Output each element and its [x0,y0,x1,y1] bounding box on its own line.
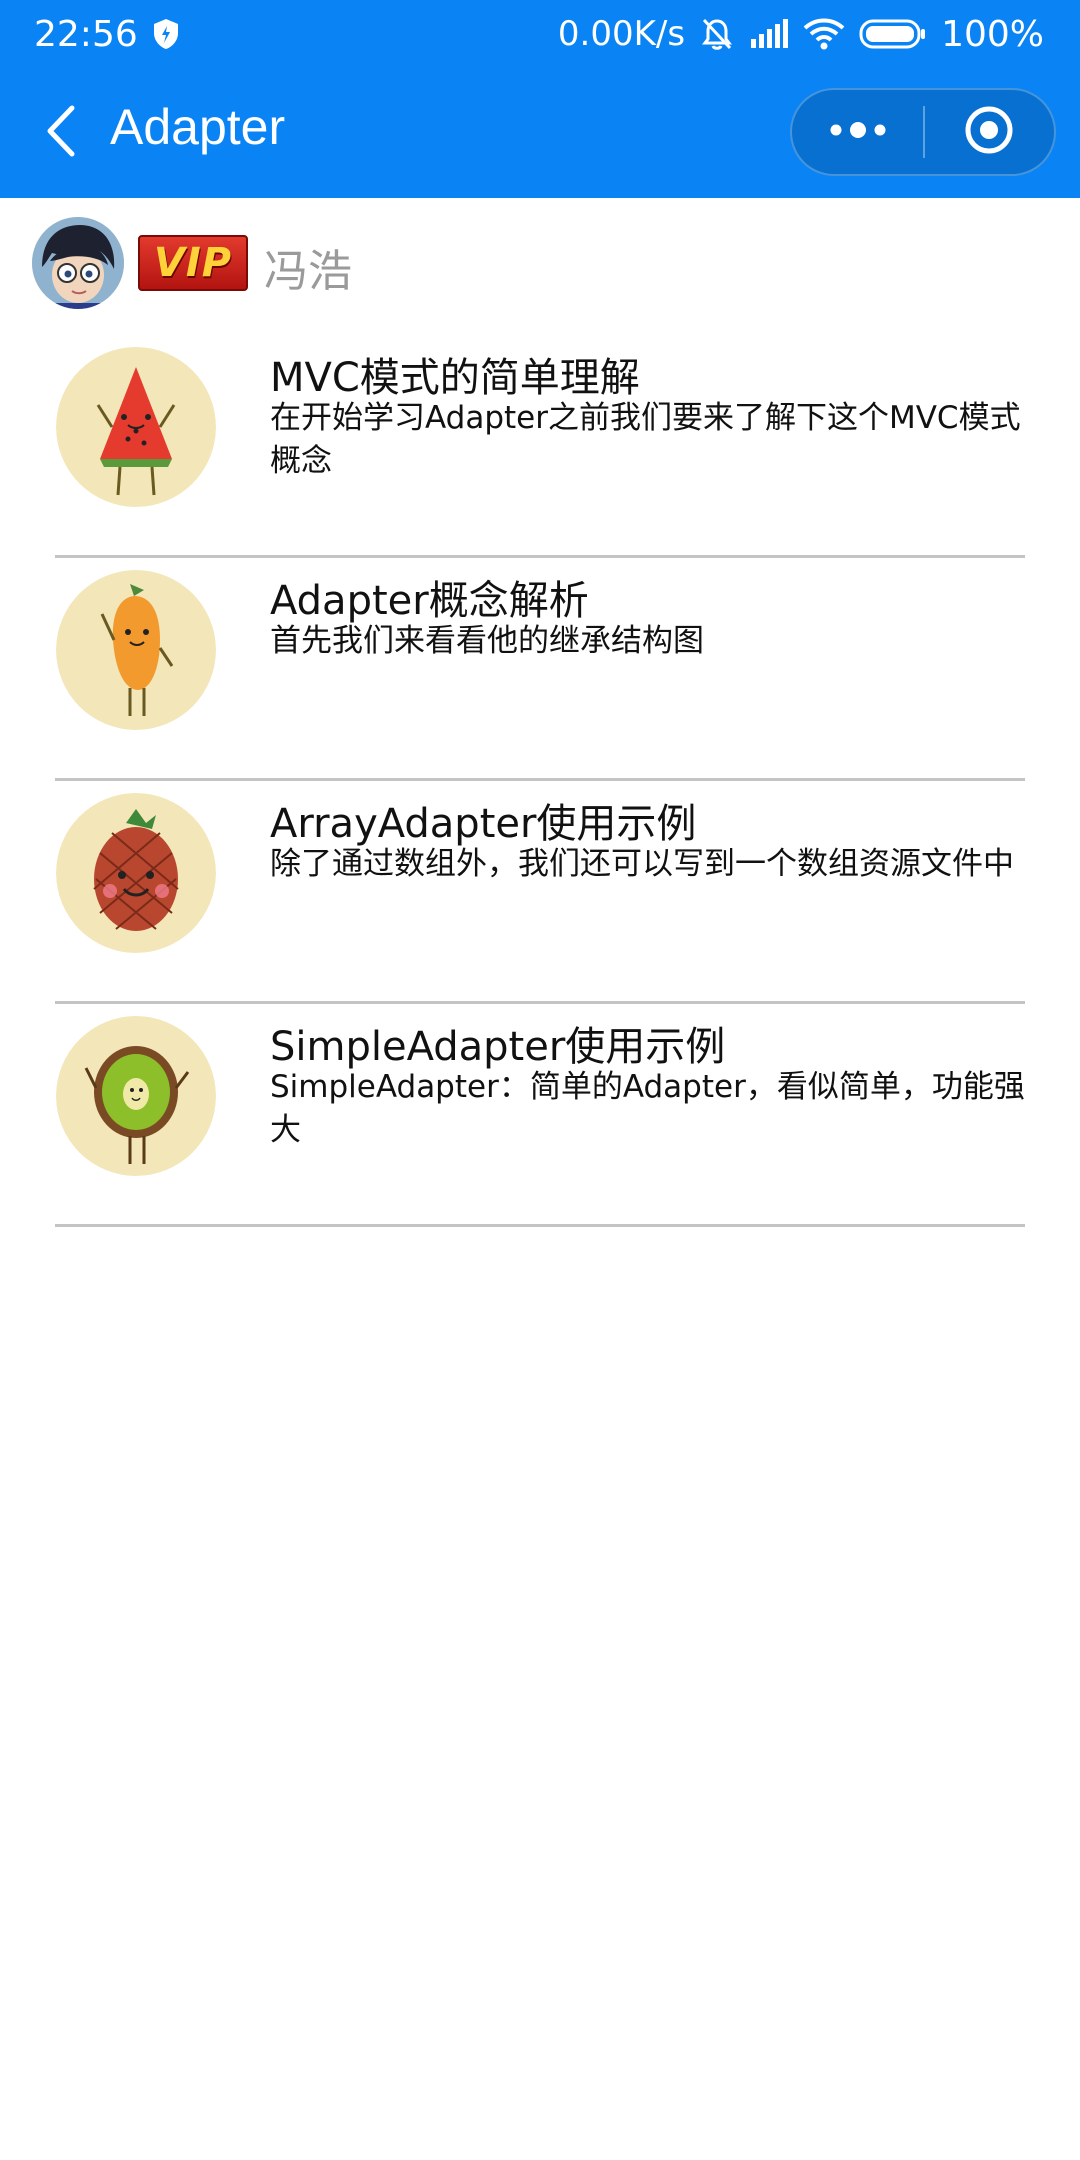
watermelon-icon [56,347,216,507]
item-description: SimpleAdapter：简单的Adapter，看似简单，功能强大 [270,1069,1025,1148]
status-bar: 22:56 0.00K/s 100% [0,0,1080,68]
item-title: Adapter概念解析 [270,578,589,624]
avatar[interactable] [32,217,124,309]
more-dots-icon [828,120,888,144]
item-description: 在开始学习Adapter之前我们要来了解下这个MVC模式概念 [270,400,1021,479]
page-title: Adapter [110,99,286,155]
mini-program-capsule [790,88,1056,176]
status-time: 22:56 [34,13,138,55]
list-item[interactable]: ArrayAdapter使用示例 除了通过数组外，我们还可以写到一个数组资源文件… [0,781,1080,1004]
item-title: SimpleAdapter使用示例 [270,1024,726,1070]
pineapple-icon [56,793,216,953]
app-bar: Adapter [0,68,1080,198]
signal-icon [749,19,789,49]
list-item[interactable]: Adapter概念解析 首先我们来看看他的继承结构图 [0,558,1080,781]
back-arrow-icon [46,105,76,161]
user-profile: VIP 冯浩 [32,215,352,311]
wifi-icon [803,18,845,50]
close-target-icon [963,104,1015,160]
battery-icon [859,18,927,50]
item-title: MVC模式的简单理解 [270,355,640,401]
more-button[interactable] [792,90,923,174]
kiwi-icon [56,1016,216,1176]
shield-icon [152,18,180,50]
vip-badge: VIP [138,235,248,291]
item-title: ArrayAdapter使用示例 [270,801,697,847]
list-divider [55,1224,1025,1227]
list-item[interactable]: SimpleAdapter使用示例 SimpleAdapter：简单的Adapt… [0,1004,1080,1227]
list-item[interactable]: MVC模式的简单理解 在开始学习Adapter之前我们要来了解下这个MVC模式概… [0,335,1080,558]
username: 冯浩 [264,246,352,297]
network-speed: 0.00K/s [557,14,686,54]
mute-bell-icon [699,16,735,52]
mango-icon [56,570,216,730]
battery-level: 100% [941,13,1044,55]
item-description: 首先我们来看看他的继承结构图 [270,623,704,659]
article-list: MVC模式的简单理解 在开始学习Adapter之前我们要来了解下这个MVC模式概… [0,335,1080,1227]
back-button[interactable] [34,102,88,164]
close-button[interactable] [925,90,1054,174]
item-description: 除了通过数组外，我们还可以写到一个数组资源文件中 [270,846,1014,882]
